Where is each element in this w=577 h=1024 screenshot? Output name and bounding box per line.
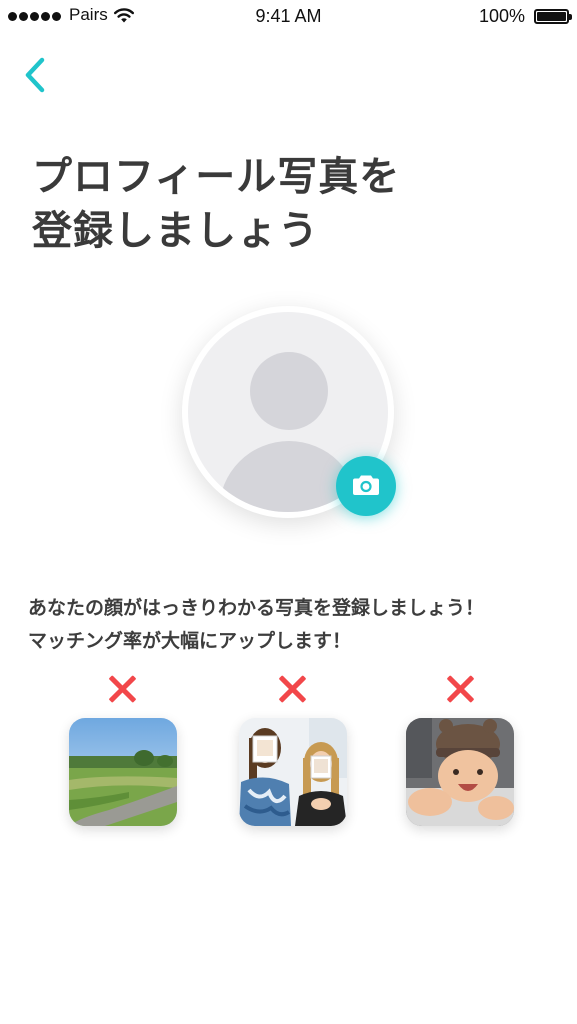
page-title: プロフィール写真を 登録しましょう — [32, 150, 552, 258]
camera-button[interactable] — [336, 456, 396, 516]
back-button[interactable] — [18, 52, 58, 98]
x-icon — [446, 674, 476, 704]
chevron-left-icon — [25, 57, 45, 93]
page-title-line-2: 登録しましょう — [32, 208, 319, 254]
bad-example-group-photo — [239, 718, 347, 826]
bad-example-landscape-photo — [69, 718, 177, 826]
page-title-line-1: プロフィール写真を — [32, 154, 401, 200]
silhouette-head — [250, 352, 328, 430]
camera-icon — [353, 475, 379, 495]
x-icon — [278, 674, 308, 704]
guidance-line-2: マッチング率が大幅にアップします！ — [28, 630, 352, 652]
battery-icon — [534, 9, 572, 24]
guidance-line-1: あなたの顔がはっきりわかる写真を登録しましょう！ — [28, 597, 485, 619]
x-icon — [108, 674, 138, 704]
bad-example-baby-photo — [406, 718, 514, 826]
status-bar: Pairs 9:41 AM 100% — [0, 0, 577, 34]
battery-percentage: 100% — [478, 6, 525, 26]
photo-guidance-text: あなたの顔がはっきりわかる写真を登録しましょう！ マッチング率が大幅にアップしま… — [28, 592, 568, 658]
